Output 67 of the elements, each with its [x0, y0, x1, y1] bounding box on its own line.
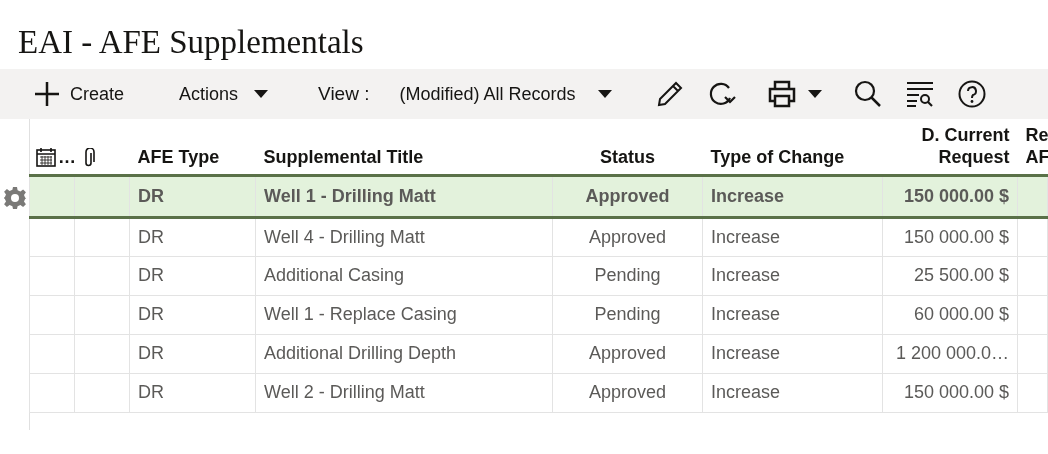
view-dropdown[interactable]: (Modified) All Records [399, 83, 612, 105]
table-row[interactable]: DR Well 2 - Drilling Matt Approved Increase 150 000.00 $ [29, 373, 1048, 412]
caret-icon [807, 90, 822, 98]
edit-button[interactable] [655, 80, 684, 108]
query-list-button[interactable] [905, 81, 934, 107]
column-header[interactable]: Type of Change [702, 119, 883, 175]
pencil-icon [655, 80, 684, 108]
table-cell: 150 000.00 $ [882, 217, 1018, 256]
print-button[interactable] [767, 80, 822, 108]
page-title: EAI - AFE Supplementals [17, 23, 365, 62]
table-cell: Additional Drilling Depth [255, 334, 553, 373]
table-cell: Well 4 - Drilling Matt [255, 217, 553, 256]
plus-icon [34, 81, 60, 107]
gear-icon[interactable] [2, 185, 27, 210]
create-button[interactable]: Create [34, 81, 125, 107]
help-button[interactable] [957, 80, 986, 108]
table-cell: DR [129, 175, 256, 217]
view-label: View : [318, 83, 370, 105]
table-cell: DR [129, 256, 256, 295]
caret-icon [597, 90, 612, 98]
table-row[interactable]: DR Well 1 - Replace Casing Pending Increase 60 000.00 $ [29, 295, 1048, 334]
column-header[interactable]: Supplemental Title [255, 119, 553, 175]
table-cell: 150 000.00 $ [882, 175, 1018, 217]
table-cell: DR [129, 373, 256, 412]
table-cell: Pending [552, 256, 703, 295]
help-icon [957, 80, 986, 108]
table-cell: DR [129, 217, 256, 256]
refresh-icon [707, 81, 736, 107]
table-cell: DR [129, 295, 256, 334]
table-cell: Approved [552, 217, 703, 256]
table-cell: Increase [702, 373, 883, 412]
actions-menu-button[interactable]: Actions [179, 83, 269, 105]
table-row[interactable]: DR Additional Casing Pending Increase 25 500.00 $ [29, 256, 1048, 295]
table-cell: Increase [702, 295, 883, 334]
caret-icon [254, 90, 269, 98]
table-cell: Increase [702, 217, 883, 256]
table-cell: Well 1 - Drilling Matt [255, 175, 553, 217]
table-row[interactable]: DR Well 4 - Drilling Matt Approved Increase 150 000.00 $ [29, 217, 1048, 256]
list-search-icon [905, 81, 934, 107]
table-cell: Increase [702, 175, 883, 217]
table-cell: Well 2 - Drilling Matt [255, 373, 553, 412]
paperclip-icon [82, 147, 95, 168]
column-header[interactable]: D. Current Request [882, 119, 1018, 175]
table-cell: Increase [702, 334, 883, 373]
search-button[interactable] [853, 80, 882, 108]
calendar-icon [36, 146, 56, 167]
table-cell: Pending [552, 295, 703, 334]
table-cell: Approved [552, 175, 703, 217]
printer-icon [767, 80, 796, 108]
table-cell: 25 500.00 $ [882, 256, 1018, 295]
table-cell: Increase [702, 256, 883, 295]
table-cell: Additional Casing [255, 256, 553, 295]
column-header[interactable]: Status [552, 119, 703, 175]
table-cell: 60 000.00 $ [882, 295, 1018, 334]
table-row[interactable]: DR Additional Drilling Depth Approved Increase 1 200 000.0… [29, 334, 1048, 373]
column-header[interactable]: Re AF [1017, 119, 1048, 175]
table-cell: Well 1 - Replace Casing [255, 295, 553, 334]
table-cell: 150 000.00 $ [882, 373, 1018, 412]
refresh-button[interactable] [707, 81, 736, 107]
table-cell: DR [129, 334, 256, 373]
table-cell: Approved [552, 334, 703, 373]
table-cell: Approved [552, 373, 703, 412]
table-row[interactable]: DR Well 1 - Drilling Matt Approved Increase 150 000.00 $ [29, 175, 1048, 217]
search-icon [853, 80, 882, 108]
column-header: … [58, 145, 76, 168]
column-header[interactable]: AFE Type [129, 119, 256, 175]
table-cell: 1 200 000.0… [882, 334, 1018, 373]
